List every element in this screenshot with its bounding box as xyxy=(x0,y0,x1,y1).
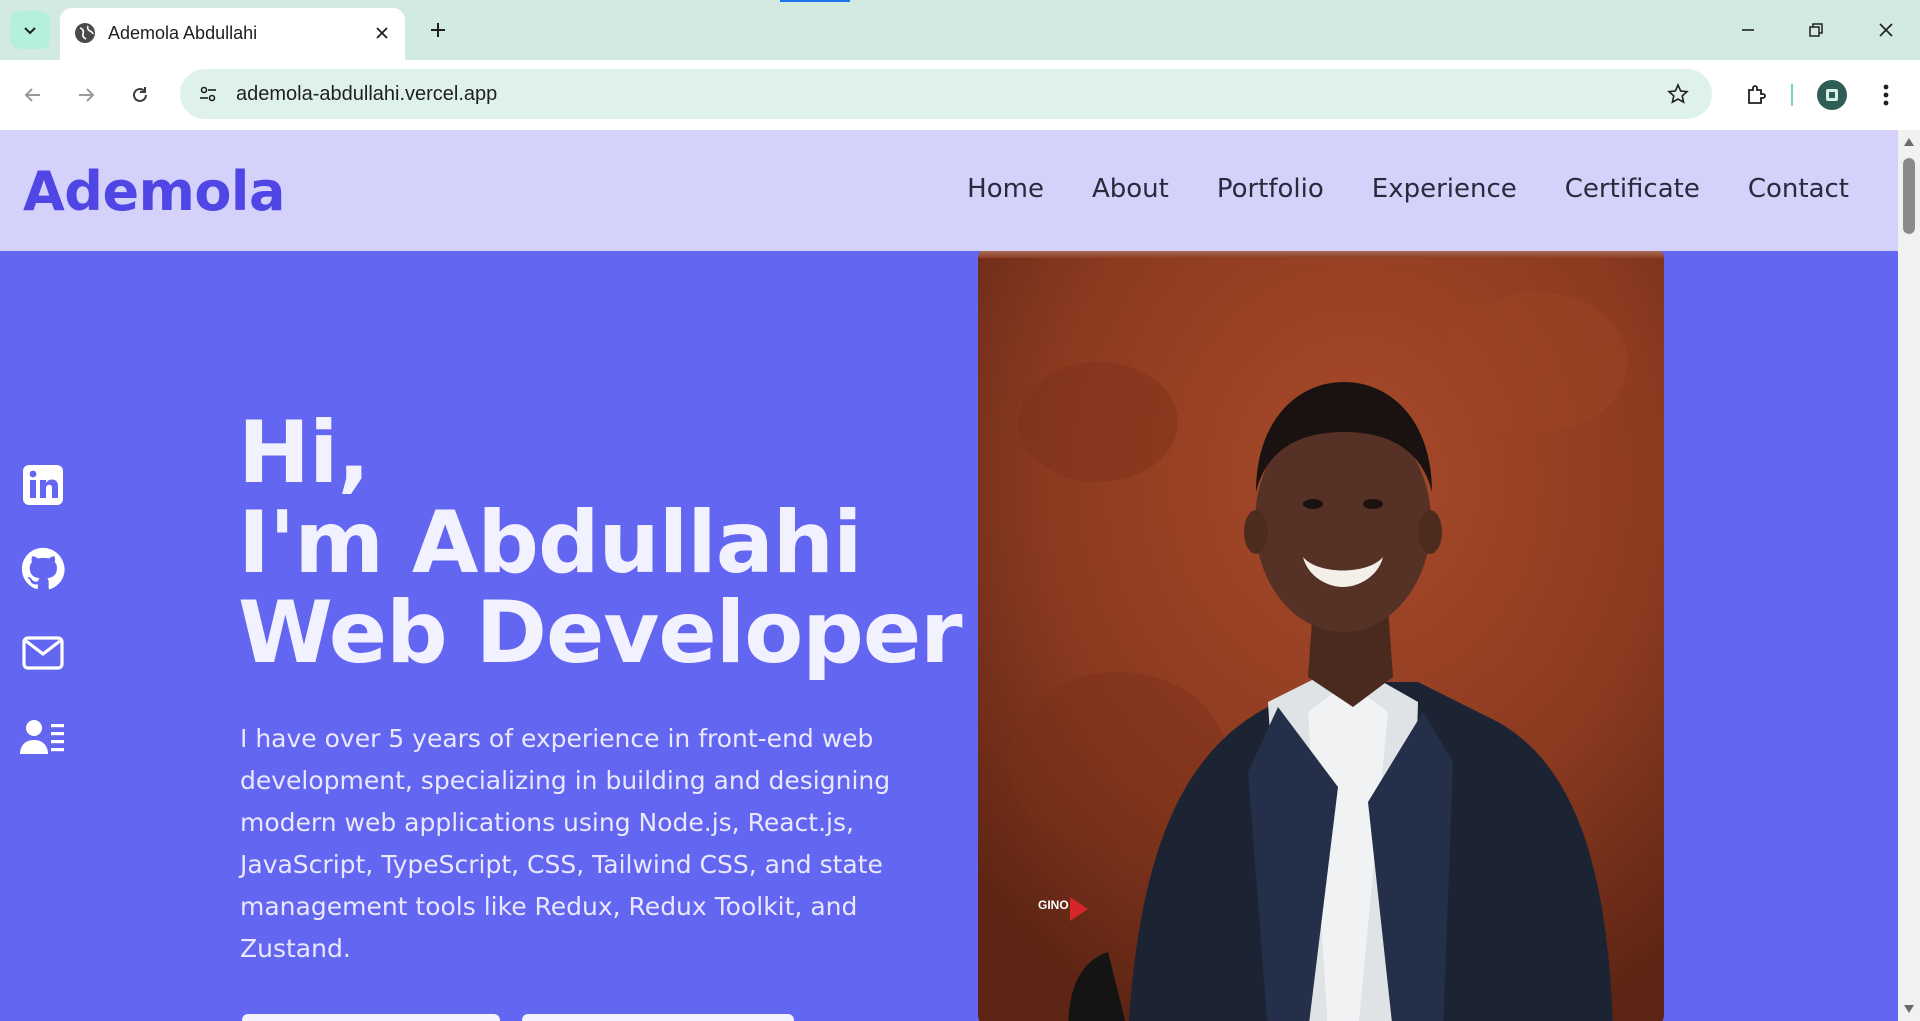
hero-description: I have over 5 years of experience in fro… xyxy=(240,724,891,963)
globe-icon xyxy=(75,23,95,43)
mail-icon xyxy=(22,636,64,670)
scroll-down-arrow[interactable] xyxy=(1903,1003,1915,1015)
new-tab-button[interactable] xyxy=(424,16,452,44)
reload-icon xyxy=(133,87,147,102)
resume-link[interactable] xyxy=(20,714,66,760)
nav-about[interactable]: About xyxy=(1092,174,1169,204)
hero-name: I'm Abdullahi xyxy=(238,493,862,593)
triangle-down-icon xyxy=(1904,1005,1914,1013)
site-navbar: Ademola Home About Portfolio Experience … xyxy=(0,130,1898,251)
github-icon xyxy=(21,547,65,590)
linkedin-link[interactable] xyxy=(20,462,66,508)
nav-certificate[interactable]: Certificate xyxy=(1565,174,1700,204)
scroll-thumb[interactable] xyxy=(1903,158,1915,234)
close-window-button[interactable] xyxy=(1866,12,1906,48)
bookmark-button[interactable] xyxy=(1664,80,1692,108)
address-bar[interactable]: ademola-abdullahi.vercel.app xyxy=(180,69,1712,119)
nav-home[interactable]: Home xyxy=(967,174,1044,204)
triangle-up-icon xyxy=(1904,138,1914,146)
tab-search-button[interactable] xyxy=(10,11,50,49)
chevron-down-icon xyxy=(24,27,36,35)
minimize-icon xyxy=(1742,29,1754,31)
nav-portfolio[interactable]: Portfolio xyxy=(1217,174,1324,204)
nav-experience[interactable]: Experience xyxy=(1372,174,1517,204)
hero-secondary-button[interactable] xyxy=(522,1014,794,1021)
plus-icon xyxy=(431,23,445,37)
puzzle-icon xyxy=(1748,85,1766,104)
site-logo[interactable]: Ademola xyxy=(23,160,285,223)
site-info-button[interactable] xyxy=(190,76,226,112)
url-text[interactable]: ademola-abdullahi.vercel.app xyxy=(236,83,497,106)
scroll-up-arrow[interactable] xyxy=(1903,136,1915,148)
loading-indicator xyxy=(780,0,850,2)
photo-watermark: GINO xyxy=(1038,898,1069,912)
extensions-button[interactable] xyxy=(1737,76,1775,114)
browser-toolbar: ademola-abdullahi.vercel.app xyxy=(0,60,1920,130)
hero-primary-button[interactable] xyxy=(242,1014,500,1021)
tune-icon xyxy=(200,86,216,102)
profile-photo: GINO xyxy=(978,242,1664,1021)
restore-button[interactable] xyxy=(1796,12,1836,48)
profile-icon xyxy=(1826,89,1838,101)
back-button[interactable] xyxy=(14,76,52,114)
tab-title: Ademola Abdullahi xyxy=(108,23,258,43)
forward-button[interactable] xyxy=(67,76,105,114)
resume-icon xyxy=(20,720,64,754)
nav-contact[interactable]: Contact xyxy=(1748,174,1849,204)
hero-role: Web Developer xyxy=(238,583,963,683)
close-icon xyxy=(1879,23,1893,37)
tab-close-button[interactable] xyxy=(369,20,395,46)
github-link[interactable] xyxy=(20,546,66,592)
nav-links: Home About Portfolio Experience Certific… xyxy=(919,174,1849,204)
arrow-left-icon xyxy=(24,88,40,102)
browser-menu-button[interactable] xyxy=(1870,76,1902,114)
hero-heading: Hi, I'm Abdullahi Web Developer xyxy=(238,403,963,683)
email-link[interactable] xyxy=(20,630,66,676)
minimize-button[interactable] xyxy=(1728,12,1768,48)
profile-avatar[interactable] xyxy=(1817,80,1847,110)
more-vert-icon xyxy=(1883,84,1889,106)
portrait-image: GINO xyxy=(978,242,1664,1021)
tab-strip: Ademola Abdullahi xyxy=(0,0,1920,60)
linkedin-icon xyxy=(23,465,63,505)
hero-greeting: Hi, xyxy=(238,403,370,503)
arrow-right-icon xyxy=(79,88,95,102)
toolbar-divider xyxy=(1791,84,1793,106)
page-viewport: Ademola Home About Portfolio Experience … xyxy=(0,130,1898,1021)
page-scrollbar[interactable] xyxy=(1898,130,1920,1021)
close-icon xyxy=(376,27,388,39)
browser-tab[interactable]: Ademola Abdullahi xyxy=(60,8,405,60)
reload-button[interactable] xyxy=(121,76,159,114)
star-icon xyxy=(1667,83,1689,104)
restore-icon xyxy=(1809,23,1823,37)
